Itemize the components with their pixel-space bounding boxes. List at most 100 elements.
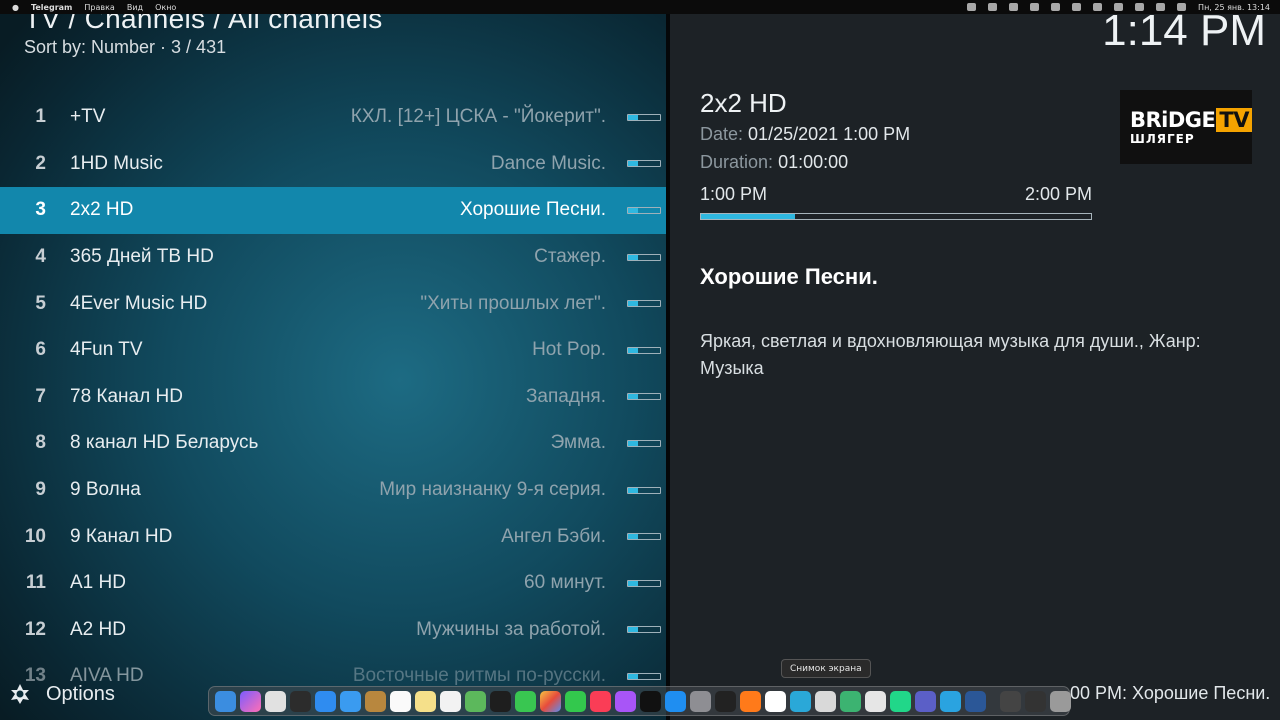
channel-name: A1 HD: [70, 572, 126, 594]
docker-icon[interactable]: [1030, 3, 1040, 11]
notes-icon[interactable]: [415, 690, 436, 712]
channel-number: 7: [35, 385, 46, 407]
current-program: Hot Pop.: [532, 339, 606, 361]
program-start-time: 1:00 PM: [700, 184, 768, 204]
photos-icon[interactable]: [540, 690, 561, 712]
launchpad-icon[interactable]: [265, 690, 286, 712]
siri-dock-icon[interactable]: [240, 690, 261, 712]
numbers-icon[interactable]: [840, 690, 861, 712]
channel-progress-bar: [627, 486, 661, 494]
program-end-time: 2:00 PM: [1024, 184, 1092, 204]
word-icon[interactable]: [965, 690, 986, 712]
mail-icon[interactable]: [340, 690, 361, 712]
downloads-stack-icon[interactable]: [1025, 690, 1046, 712]
channel-name: 4Fun TV: [70, 339, 143, 361]
channel-row[interactable]: 5 4Ever Music HD "Хиты прошлых лет".: [0, 280, 666, 327]
apple-tv-icon[interactable]: [640, 690, 661, 712]
channel-progress-bar: [627, 346, 661, 354]
creative-cloud-icon[interactable]: [988, 3, 998, 11]
contacts-icon[interactable]: [365, 690, 386, 712]
messages-icon[interactable]: [515, 690, 536, 712]
terminal-icon[interactable]: [715, 690, 736, 712]
reminders-icon[interactable]: [440, 690, 461, 712]
channel-progress-bar: [627, 579, 661, 587]
channel-progress-fill: [628, 394, 638, 400]
channel-row[interactable]: 6 4Fun TV Hot Pop.: [0, 327, 666, 374]
channel-progress-fill: [628, 440, 638, 446]
wifi-icon[interactable]: [1114, 3, 1124, 11]
siri-icon[interactable]: [1177, 3, 1187, 11]
language-flag-icon[interactable]: [1093, 3, 1103, 11]
channel-progress-fill: [628, 487, 638, 493]
date-label: Date:: [700, 124, 744, 144]
channel-number: 2: [35, 152, 46, 174]
firefox-icon[interactable]: [740, 690, 761, 712]
channel-progress-fill: [628, 207, 638, 213]
telegram-status-icon[interactable]: [967, 3, 977, 11]
apple-menu-icon[interactable]: ●: [12, 3, 19, 12]
menubar-app-name[interactable]: Telegram: [31, 3, 72, 12]
menubar-item-edit[interactable]: Правка: [84, 3, 114, 12]
cast-icon[interactable]: [1051, 3, 1061, 11]
finder-icon[interactable]: [215, 690, 236, 712]
mission-control-icon[interactable]: [290, 690, 311, 712]
channel-progress-bar: [627, 160, 661, 168]
channel-row[interactable]: 11 A1 HD 60 минут.: [0, 560, 666, 607]
screenshot-icon[interactable]: [815, 690, 836, 712]
channel-list: 1 +TV КХЛ. [12+] ЦСКА - "Йокерит". 2 1HD Mus…: [0, 94, 666, 700]
channel-number: 12: [24, 618, 46, 640]
channel-progress-fill: [628, 627, 638, 633]
trash-icon[interactable]: [1050, 690, 1071, 712]
battery-icon[interactable]: [1135, 3, 1145, 11]
program-progress-bar: [700, 213, 1092, 220]
preview-window-icon[interactable]: [1000, 690, 1021, 712]
program-progress-fill: [701, 214, 795, 219]
activity-monitor-icon[interactable]: [490, 690, 511, 712]
channel-row[interactable]: 2 1HD Music Dance Music.: [0, 141, 666, 188]
system-preferences-icon[interactable]: [690, 690, 711, 712]
options-button[interactable]: Options: [8, 682, 115, 706]
channel-name: 9 Волна: [70, 479, 141, 501]
channel-row[interactable]: 8 8 канал HD Беларусь Эмма.: [0, 420, 666, 467]
menubar-item-window[interactable]: Окно: [155, 3, 176, 12]
kodi-icon[interactable]: [790, 690, 811, 712]
vpn-icon[interactable]: [1009, 3, 1019, 11]
channel-number: 3: [35, 199, 46, 221]
maps-icon[interactable]: [465, 690, 486, 712]
slack-icon[interactable]: [765, 690, 786, 712]
current-program: Мужчины за работой.: [416, 618, 606, 640]
channel-progress-bar: [627, 300, 661, 308]
menubar-datetime[interactable]: Пн, 25 янв. 13:14: [1198, 3, 1270, 12]
app-store-icon[interactable]: [665, 690, 686, 712]
channel-row[interactable]: 1 +TV КХЛ. [12+] ЦСКА - "Йокерит".: [0, 94, 666, 141]
spotlight-icon[interactable]: [1156, 3, 1166, 11]
safari-icon[interactable]: [315, 690, 336, 712]
channel-row[interactable]: 9 9 Волна Мир наизнанку 9-я серия.: [0, 467, 666, 514]
channel-number: 6: [35, 339, 46, 361]
channel-row[interactable]: 4 365 Дней ТВ HD Стажер.: [0, 234, 666, 281]
channel-row[interactable]: 7 78 Канал HD Западня.: [0, 374, 666, 421]
menubar-item-view[interactable]: Вид: [127, 3, 143, 12]
channel-row[interactable]: 10 9 Канал HD Ангел Бэби.: [0, 513, 666, 560]
channel-row[interactable]: 12 A2 HD Мужчины за работой.: [0, 607, 666, 654]
program-detail-pane: 2x2 HD Date: 01/25/2021 1:00 PM Duration…: [670, 0, 1280, 720]
detail-channel-name: 2x2 HD: [700, 88, 787, 118]
acrobat-icon[interactable]: [865, 690, 886, 712]
current-program: Мир наизнанку 9-я серия.: [379, 479, 606, 501]
current-program: КХЛ. [12+] ЦСКА - "Йокерит".: [350, 106, 606, 128]
bluetooth-icon[interactable]: [1072, 3, 1082, 11]
sort-indicator[interactable]: Sort by: Number · 3 / 431: [24, 37, 226, 58]
telegram-dock-icon[interactable]: [940, 690, 961, 712]
channel-row[interactable]: 3 2x2 HD Хорошие Песни.: [0, 187, 666, 234]
current-program: Эмма.: [550, 432, 606, 454]
podcasts-icon[interactable]: [615, 690, 636, 712]
teams-icon[interactable]: [915, 690, 936, 712]
channel-progress-fill: [628, 254, 638, 260]
facetime-icon[interactable]: [565, 690, 586, 712]
pycharm-icon[interactable]: [890, 690, 911, 712]
music-icon[interactable]: [590, 690, 611, 712]
duration-label: Duration:: [700, 152, 774, 172]
channel-logo: BRiDGE TV ШЛЯГЕР: [1120, 90, 1252, 164]
calendar-icon[interactable]: [390, 690, 411, 712]
current-program: Западня.: [525, 385, 606, 407]
